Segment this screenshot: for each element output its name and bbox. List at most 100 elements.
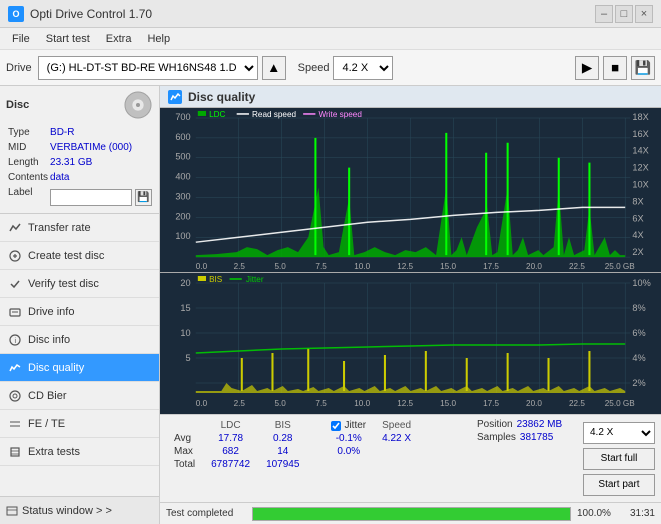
menu-file[interactable]: File <box>4 31 38 47</box>
sidebar-item-drive-info[interactable]: Drive info <box>0 298 159 326</box>
toolbar-btn-2[interactable]: ■ <box>603 56 627 80</box>
svg-text:600: 600 <box>175 132 190 142</box>
avg-speed: 4.22 X <box>374 432 419 445</box>
start-full-button[interactable]: Start full <box>583 448 655 470</box>
length-label: Length <box>8 156 48 169</box>
titlebar-left: O Opti Drive Control 1.70 <box>8 6 152 22</box>
svg-text:2%: 2% <box>632 378 645 388</box>
sidebar-item-transfer-rate[interactable]: Transfer rate <box>0 214 159 242</box>
extra-tests-icon <box>8 445 22 459</box>
svg-text:14X: 14X <box>632 146 648 156</box>
menu-extra[interactable]: Extra <box>98 31 140 47</box>
bis-col-header: BIS <box>258 419 307 432</box>
bis-chart-svg: 20 15 10 5 10% 8% 6% 4% 2% 0.0 2.5 5.0 7… <box>160 273 661 414</box>
status-window-label: Status window > > <box>22 505 112 517</box>
contents-label: Contents <box>8 171 48 184</box>
toolbar: Drive (G:) HL-DT-ST BD-RE WH16NS48 1.D3 … <box>0 50 661 86</box>
toolbar-btn-1[interactable]: ▶ <box>575 56 599 80</box>
minimize-button[interactable]: – <box>595 5 613 23</box>
svg-text:15: 15 <box>180 303 190 313</box>
fe-te-icon <box>8 417 22 431</box>
svg-text:10.0: 10.0 <box>354 399 370 408</box>
drive-select[interactable]: (G:) HL-DT-ST BD-RE WH16NS48 1.D3 <box>38 56 258 80</box>
maximize-button[interactable]: □ <box>615 5 633 23</box>
sidebar-item-disc-quality[interactable]: Disc quality <box>0 354 159 382</box>
svg-text:16X: 16X <box>632 129 648 139</box>
sidebar-item-fe-te[interactable]: FE / TE <box>0 410 159 438</box>
drive-label: Drive <box>6 62 32 74</box>
disc-icon <box>123 90 153 120</box>
app-icon: O <box>8 6 24 22</box>
drive-info-label: Drive info <box>28 306 74 318</box>
speed-select-2[interactable]: 4.2 X <box>583 422 655 444</box>
svg-text:2.5: 2.5 <box>234 262 246 271</box>
svg-text:BIS: BIS <box>209 275 223 284</box>
sidebar-item-extra-tests[interactable]: Extra tests <box>0 438 159 466</box>
max-jitter: 0.0% <box>323 445 374 458</box>
sidebar-item-cd-bier[interactable]: CD Bier <box>0 382 159 410</box>
type-value: BD-R <box>50 126 152 139</box>
disc-info-table: Type BD-R MID VERBATIMe (000) Length 23.… <box>6 124 154 209</box>
menu-start-test[interactable]: Start test <box>38 31 98 47</box>
titlebar-controls: – □ × <box>595 5 653 23</box>
label-save-button[interactable]: 💾 <box>135 189 152 206</box>
avg-bis: 0.28 <box>258 432 307 445</box>
svg-text:LDC: LDC <box>209 110 226 119</box>
menubar: File Start test Extra Help <box>0 28 661 50</box>
disc-info-icon: i <box>8 333 22 347</box>
status-window-button[interactable]: Status window > > <box>0 496 159 524</box>
samples-value: 381785 <box>520 432 553 443</box>
drive-info-icon <box>8 305 22 319</box>
svg-text:0.0: 0.0 <box>196 399 208 408</box>
toolbar-btn-3[interactable]: 💾 <box>631 56 655 80</box>
svg-text:20: 20 <box>180 278 190 288</box>
disc-section-title: Disc <box>6 99 29 111</box>
svg-text:400: 400 <box>175 172 190 182</box>
label-input[interactable] <box>50 189 132 206</box>
sidebar-item-disc-info[interactable]: i Disc info <box>0 326 159 354</box>
content-area: Disc quality <box>160 86 661 524</box>
svg-text:8X: 8X <box>632 197 643 207</box>
status-text: Test completed <box>166 508 246 519</box>
fe-te-label: FE / TE <box>28 418 65 430</box>
label-cell: 💾 <box>50 186 152 207</box>
jitter-label: Jitter <box>344 420 366 431</box>
mid-label: MID <box>8 141 48 154</box>
sidebar-item-create-test[interactable]: Create test disc <box>0 242 159 270</box>
svg-text:25.0 GB: 25.0 GB <box>605 399 635 408</box>
stats-table: LDC BIS Jitter Speed <box>166 419 435 471</box>
speed-col-header: Speed <box>374 419 419 432</box>
main-layout: Disc Type BD-R MID VERBATIMe (000) <box>0 86 661 524</box>
verify-test-icon <box>8 277 22 291</box>
svg-text:22.5: 22.5 <box>569 399 585 408</box>
progress-bar-area: Test completed 100.0% 31:31 <box>160 502 661 524</box>
disc-info-label: Disc info <box>28 334 70 346</box>
svg-text:20.0: 20.0 <box>526 262 542 271</box>
bis-chart: 20 15 10 5 10% 8% 6% 4% 2% 0.0 2.5 5.0 7… <box>160 273 661 414</box>
disc-panel-header: Disc <box>6 90 153 120</box>
create-test-icon <box>8 249 22 263</box>
max-bis: 14 <box>258 445 307 458</box>
cd-bier-label: CD Bier <box>28 390 67 402</box>
quality-header-icon <box>168 90 182 104</box>
svg-text:15.0: 15.0 <box>440 399 456 408</box>
menu-help[interactable]: Help <box>139 31 178 47</box>
speed-position-info: Position 23862 MB Samples 381785 <box>477 419 577 498</box>
start-part-button[interactable]: Start part <box>583 474 655 496</box>
jitter-checkbox[interactable] <box>331 421 341 431</box>
time-label: 31:31 <box>621 508 655 519</box>
svg-text:20.0: 20.0 <box>526 399 542 408</box>
total-label: Total <box>166 458 203 471</box>
eject-button[interactable]: ▲ <box>262 56 286 80</box>
sidebar-item-verify-test[interactable]: Verify test disc <box>0 270 159 298</box>
length-value: 23.31 GB <box>50 156 152 169</box>
close-button[interactable]: × <box>635 5 653 23</box>
svg-text:5: 5 <box>186 353 191 363</box>
svg-text:15.0: 15.0 <box>440 262 456 271</box>
status-window-icon <box>6 505 18 517</box>
speed-select[interactable]: 4.2 X <box>333 56 393 80</box>
total-bis: 107945 <box>258 458 307 471</box>
quality-header: Disc quality <box>160 86 661 108</box>
svg-text:7.5: 7.5 <box>315 262 327 271</box>
cd-bier-icon <box>8 389 22 403</box>
